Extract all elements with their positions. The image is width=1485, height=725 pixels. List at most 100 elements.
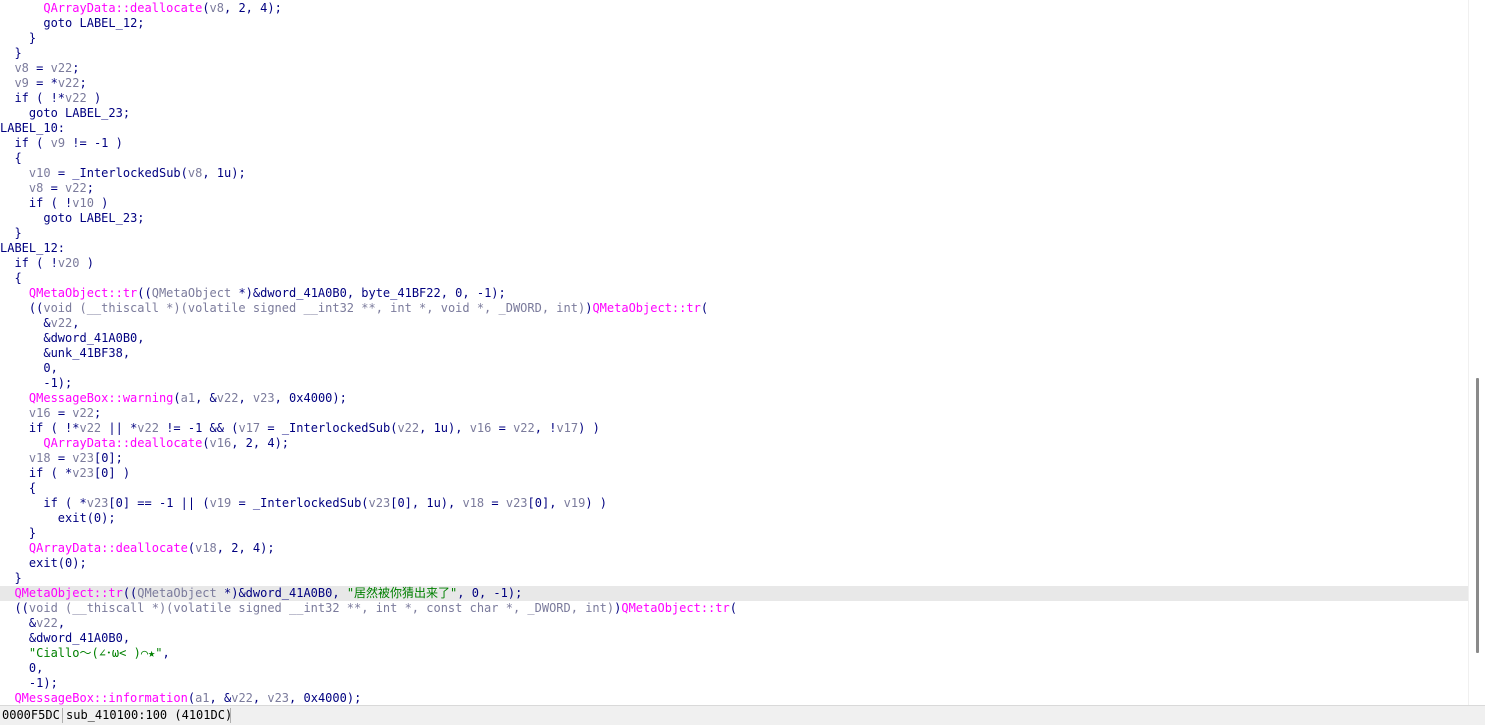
code-line[interactable]: if ( *v23[0] == -1 || (v19 = _Interlocke… [0, 496, 1468, 511]
code-line[interactable]: goto LABEL_23; [0, 211, 1468, 226]
code-token: = [484, 496, 506, 510]
status-bar: 0000F5DC sub_410100:100 (4101DC) [0, 705, 1485, 725]
code-token: &dword_41A0B0, [28, 631, 131, 645]
code-line[interactable]: LABEL_10: [0, 121, 1468, 136]
code-line-current[interactable]: QMetaObject::tr((QMetaObject *)&dword_41… [0, 586, 1468, 601]
code-token: = _InterlockedSub( [260, 421, 398, 435]
code-line[interactable]: 0, [0, 661, 1468, 676]
code-line[interactable]: v16 = v22; [0, 406, 1468, 421]
code-token: ( [28, 136, 51, 150]
code-line[interactable]: &v22, [0, 616, 1468, 631]
status-address: 0000F5DC [2, 708, 60, 722]
code-token: } [14, 226, 22, 240]
code-token: v22 [137, 421, 159, 435]
code-line[interactable]: v8 = v22; [0, 61, 1468, 76]
code-line[interactable]: &v22, [0, 316, 1468, 331]
code-token: v22 [513, 421, 535, 435]
scrollbar-thumb[interactable] [1476, 378, 1479, 653]
code-line[interactable]: -1); [0, 676, 1468, 691]
code-line[interactable]: if ( v9 != -1 ) [0, 136, 1468, 151]
code-line[interactable]: -1); [0, 376, 1468, 391]
code-line[interactable]: "Ciallo～(∠･ω< )⌒★", [0, 646, 1468, 661]
code-token: , & [209, 691, 232, 705]
code-line[interactable]: goto LABEL_12; [0, 16, 1468, 31]
code-line[interactable]: ((void (__thiscall *)(volatile signed __… [0, 601, 1468, 616]
code-token: != -1 ) [65, 136, 123, 150]
code-token: if [28, 421, 44, 435]
code-line[interactable]: QMessageBox::information(a1, &v22, v23, … [0, 691, 1468, 705]
code-token: , [72, 316, 80, 330]
code-token: &unk_41BF38, [43, 346, 131, 360]
code-line[interactable]: } [0, 31, 1468, 46]
code-line[interactable]: if ( !v10 ) [0, 196, 1468, 211]
code-line[interactable]: LABEL_12: [0, 241, 1468, 256]
code-line[interactable]: if ( *v23[0] ) [0, 466, 1468, 481]
code-line[interactable]: if ( !*v22 ) [0, 91, 1468, 106]
code-line[interactable]: } [0, 571, 1468, 586]
code-token: v9 [50, 136, 66, 150]
code-line[interactable]: v8 = v22; [0, 181, 1468, 196]
code-line[interactable]: &dword_41A0B0, [0, 331, 1468, 346]
code-token: v23 [86, 496, 109, 510]
code-token: v22 [216, 391, 239, 405]
code-line[interactable]: { [0, 271, 1468, 286]
code-token: v22 [397, 421, 420, 435]
code-token: = [50, 451, 73, 465]
code-line[interactable]: 0, [0, 361, 1468, 376]
code-token: [0] == -1 || ( [108, 496, 210, 510]
code-line[interactable]: exit(0); [0, 556, 1468, 571]
code-line[interactable]: ((void (__thiscall *)(volatile signed __… [0, 301, 1468, 316]
code-line[interactable]: v9 = *v22; [0, 76, 1468, 91]
code-token: (( [122, 586, 138, 600]
code-token: LABEL_10: [0, 121, 66, 135]
code-token: v17 [556, 421, 579, 435]
code-line[interactable]: exit(0); [0, 511, 1468, 526]
code-token: v22 [72, 406, 94, 420]
code-line[interactable]: QArrayData::deallocate(v8, 2, 4); [0, 1, 1468, 16]
code-token: ( * [57, 496, 87, 510]
vertical-scrollbar[interactable] [1468, 0, 1485, 705]
code-line[interactable]: } [0, 46, 1468, 61]
code-line[interactable]: v10 = _InterlockedSub(v8, 1u); [0, 166, 1468, 181]
code-line[interactable]: { [0, 481, 1468, 496]
code-token: ) [93, 196, 109, 210]
code-token: = [43, 181, 66, 195]
code-line[interactable]: } [0, 226, 1468, 241]
code-token: } [28, 526, 37, 540]
code-line[interactable]: &dword_41A0B0, [0, 631, 1468, 646]
code-token: ( ! [43, 196, 73, 210]
code-token: = * [28, 76, 58, 90]
code-line[interactable]: goto LABEL_23; [0, 106, 1468, 121]
code-line[interactable]: v18 = v23[0]; [0, 451, 1468, 466]
code-token: v19 [209, 496, 232, 510]
code-token: QMetaObject::tr [592, 301, 701, 315]
code-line[interactable]: if ( !v20 ) [0, 256, 1468, 271]
code-token: QMessageBox::warning [28, 391, 174, 405]
code-token: = _InterlockedSub( [50, 166, 188, 180]
code-token: QMetaObject [137, 586, 217, 600]
code-line[interactable]: QMessageBox::warning(a1, &v22, v23, 0x40… [0, 391, 1468, 406]
code-token: [0], [527, 496, 564, 510]
code-line[interactable]: QArrayData::deallocate(v16, 2, 4); [0, 436, 1468, 451]
code-line[interactable]: &unk_41BF38, [0, 346, 1468, 361]
code-token: v22 [36, 616, 58, 630]
code-token: if [14, 91, 29, 105]
code-line[interactable]: if ( !*v22 || *v22 != -1 && (v17 = _Inte… [0, 421, 1468, 436]
code-line[interactable]: } [0, 526, 1468, 541]
code-line[interactable]: QArrayData::deallocate(v18, 2, 4); [0, 541, 1468, 556]
code-line[interactable]: { [0, 151, 1468, 166]
pseudocode-view[interactable]: QArrayData::deallocate(v8, 2, 4); goto L… [0, 0, 1468, 705]
code-token: ( [187, 691, 196, 705]
code-token: , [252, 691, 268, 705]
code-line[interactable]: QMetaObject::tr((QMetaObject *)&dword_41… [0, 286, 1468, 301]
